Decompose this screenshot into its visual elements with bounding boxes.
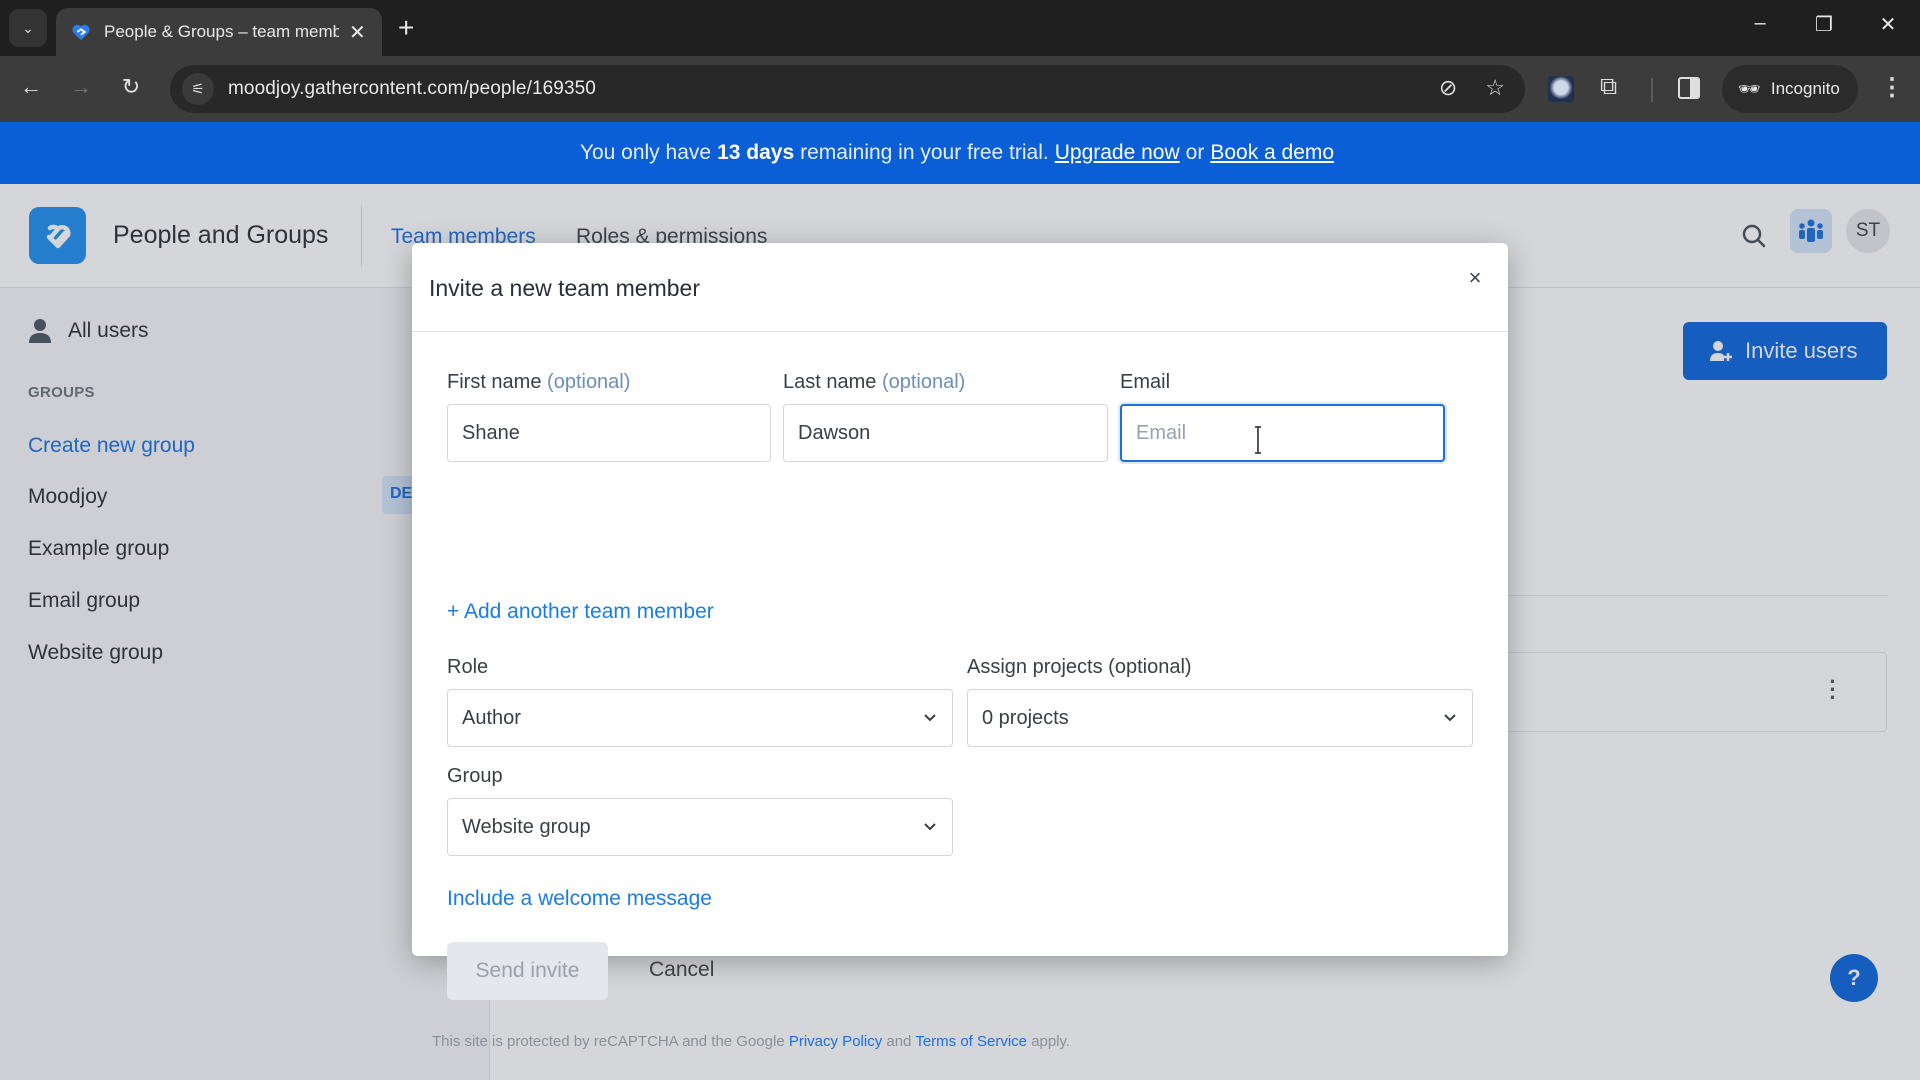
- banner-days: 13 days: [717, 141, 795, 164]
- role-select[interactable]: Author: [447, 689, 953, 747]
- banner-or: or: [1185, 141, 1205, 164]
- tab-close-icon[interactable]: ✕: [349, 20, 366, 45]
- projects-label: Assign projects (optional): [967, 656, 1192, 678]
- chevron-down-icon: ⌄: [22, 19, 34, 36]
- incognito-indicator[interactable]: 🕶 Incognito: [1722, 65, 1858, 113]
- optional-hint: (optional): [547, 371, 631, 393]
- first-name-label: First name (optional): [447, 371, 630, 394]
- close-icon[interactable]: ×: [1461, 265, 1489, 291]
- browser-toolbar: ← → ↻ ⚟ moodjoy.gathercontent.com/people…: [0, 56, 1920, 122]
- browser-tab[interactable]: People & Groups – team memb ✕: [56, 8, 382, 56]
- site-settings-icon[interactable]: ⚟: [182, 73, 214, 105]
- role-value: Author: [462, 706, 521, 729]
- recaptcha-prefix: This site is protected by reCAPTCHA and …: [432, 1033, 785, 1050]
- address-bar[interactable]: ⚟ moodjoy.gathercontent.com/people/16935…: [170, 65, 1525, 113]
- url-text[interactable]: moodjoy.gathercontent.com/people/169350: [228, 78, 596, 100]
- send-invite-button[interactable]: Send invite: [447, 942, 608, 1000]
- side-panel-icon[interactable]: [1678, 77, 1700, 99]
- email-label: Email: [1120, 371, 1171, 393]
- text-cursor-icon: [1255, 426, 1261, 454]
- book-demo-link[interactable]: Book a demo: [1210, 141, 1334, 165]
- group-value: Website group: [462, 815, 591, 838]
- upgrade-now-link[interactable]: Upgrade now: [1055, 141, 1180, 165]
- add-another-member-link[interactable]: + Add another team member: [447, 600, 714, 624]
- chevron-down-icon: [924, 823, 936, 831]
- chevron-down-icon: [924, 714, 936, 722]
- cancel-button[interactable]: Cancel: [649, 958, 714, 982]
- first-name-label-text: First name: [447, 371, 542, 393]
- bookmark-star-icon[interactable]: ☆: [1485, 75, 1505, 101]
- modal-title: Invite a new team member: [429, 275, 701, 301]
- first-name-value: Shane: [462, 421, 520, 444]
- trial-banner: You only have 13 days remaining in your …: [0, 122, 1920, 184]
- privacy-policy-link[interactable]: Privacy Policy: [789, 1033, 882, 1050]
- email-placeholder: Email: [1136, 421, 1187, 444]
- extensions-puzzle-icon[interactable]: ⧉: [1600, 73, 1617, 101]
- banner-middle: remaining in your free trial.: [800, 141, 1049, 164]
- group-label: Group: [447, 765, 503, 787]
- recaptcha-and: and: [886, 1033, 912, 1050]
- forward-icon[interactable]: →: [66, 74, 96, 100]
- extension-icon[interactable]: [1548, 76, 1574, 102]
- restore-icon[interactable]: ❐: [1804, 12, 1844, 37]
- window-close-icon[interactable]: ✕: [1868, 12, 1908, 37]
- role-label: Role: [447, 656, 489, 678]
- browser-menu-icon[interactable]: ⋮: [1880, 73, 1904, 102]
- last-name-label: Last name (optional): [783, 371, 965, 394]
- page: You only have 13 days remaining in your …: [0, 122, 1920, 1080]
- group-select[interactable]: Website group: [447, 798, 953, 856]
- back-icon[interactable]: ←: [16, 74, 46, 100]
- last-name-value: Dawson: [798, 421, 871, 444]
- tracking-protection-eye-off-icon[interactable]: ⊘: [1439, 75, 1457, 101]
- last-name-input[interactable]: Dawson: [783, 404, 1108, 462]
- toolbar-divider: [1651, 78, 1653, 102]
- welcome-message-link[interactable]: Include a welcome message: [447, 887, 712, 911]
- incognito-icon: 🕶: [1738, 78, 1761, 99]
- browser-tab-bar: ⌄ People & Groups – team memb ✕ + – ❐ ✕: [0, 0, 1920, 56]
- minimize-icon[interactable]: –: [1740, 12, 1780, 35]
- recaptcha-suffix: apply.: [1031, 1033, 1071, 1050]
- tab-title: People & Groups – team memb: [104, 22, 339, 41]
- recaptcha-notice: This site is protected by reCAPTCHA and …: [432, 1033, 1070, 1050]
- banner-prefix: You only have: [579, 141, 712, 164]
- projects-select[interactable]: 0 projects: [967, 689, 1473, 747]
- gathercontent-favicon-icon: [72, 24, 90, 41]
- reload-icon[interactable]: ↻: [116, 74, 146, 100]
- tab-list-button[interactable]: ⌄: [9, 9, 47, 47]
- incognito-label: Incognito: [1770, 79, 1840, 98]
- last-name-label-text: Last name: [783, 371, 877, 393]
- modal-divider: [412, 331, 1508, 332]
- first-name-input[interactable]: Shane: [447, 404, 771, 462]
- chevron-down-icon: [1444, 714, 1456, 722]
- projects-value: 0 projects: [982, 706, 1069, 729]
- terms-of-service-link[interactable]: Terms of Service: [915, 1033, 1027, 1050]
- new-tab-button[interactable]: +: [398, 12, 414, 44]
- optional-hint: (optional): [881, 371, 966, 393]
- invite-member-modal: Invite a new team member × First name (o…: [412, 243, 1508, 1050]
- email-input[interactable]: Email: [1120, 404, 1445, 462]
